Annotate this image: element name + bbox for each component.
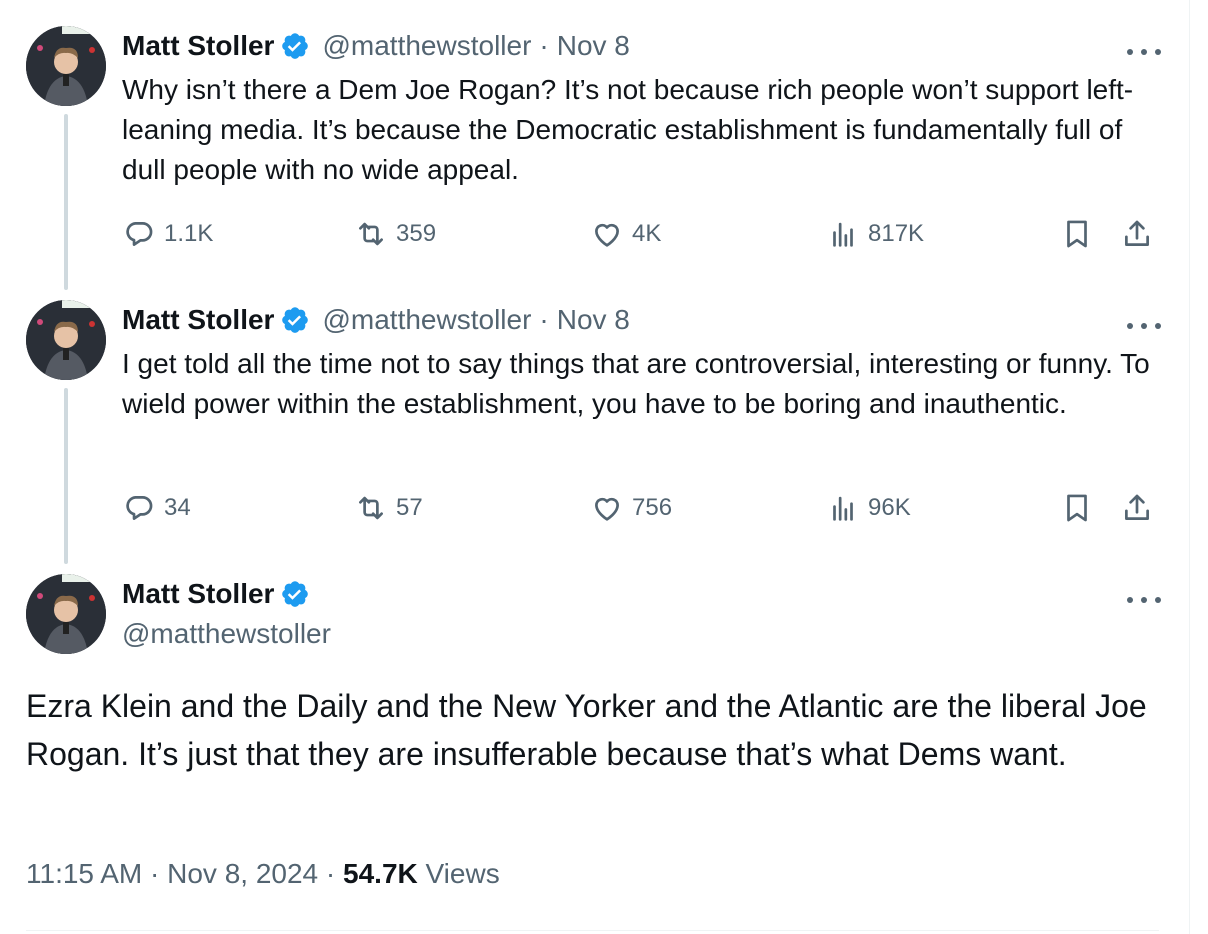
tweet-text: I get told all the time not to say thing… [122,348,1150,419]
tweet-date[interactable]: Nov 8 [557,304,630,336]
reply-button[interactable]: 34 [122,488,191,528]
separator: · [539,304,549,335]
tweet-actions: 1.1K 359 4K 817K [122,214,1162,254]
share-button[interactable] [1120,488,1154,528]
display-name[interactable]: Matt Stoller [122,578,274,610]
bookmark-icon [1067,220,1087,248]
tweet-2[interactable]: Matt Stoller @matthewstoller · Nov 8 I g… [0,290,1189,564]
handle[interactable]: @matthewstoller [122,618,331,650]
reply-icon [126,222,153,246]
separator: · [325,858,336,889]
views-count: 96K [868,494,911,521]
like-count: 4K [632,220,662,247]
views-icon [833,496,853,521]
handle[interactable]: @matthewstoller [322,30,531,62]
share-icon [1125,220,1149,246]
tweet-header: Matt Stoller [122,576,1149,612]
share-icon [1125,494,1149,520]
repost-count: 57 [396,494,423,521]
repost-count: 359 [396,220,437,247]
display-name[interactable]: Matt Stoller [122,30,274,62]
like-button[interactable]: 4K [590,214,661,254]
tweet-text: Why isn’t there a Dem Joe Rogan? It’s no… [122,74,1134,185]
repost-icon [359,496,383,520]
views-count: 817K [868,220,925,247]
verified-badge-icon [282,307,309,333]
timeline-border [1189,0,1190,934]
like-icon [595,223,619,247]
like-count: 756 [632,494,673,521]
tweet-actions: 34 57 756 96K [122,488,1162,528]
reply-count: 34 [164,494,191,521]
display-name[interactable]: Matt Stoller [122,304,274,336]
views-button[interactable]: 817K [826,214,924,254]
avatar[interactable] [26,300,106,380]
tweet-meta: 11:15 AM · Nov 8, 2024 · 54.7K Views [26,858,500,890]
verified-badge-icon [282,581,309,607]
reply-icon [126,496,153,520]
bookmark-button[interactable] [1060,214,1094,254]
bookmark-button[interactable] [1060,488,1094,528]
more-icon[interactable] [1127,42,1161,62]
tweet-time[interactable]: 11:15 AM [26,858,142,889]
repost-button[interactable]: 359 [354,214,436,254]
tweet-date[interactable]: Nov 8, 2024 [167,858,318,889]
reply-count: 1.1K [164,220,214,247]
like-button[interactable]: 756 [590,488,672,528]
avatar[interactable] [26,574,106,654]
share-button[interactable] [1120,214,1154,254]
separator: · [150,858,160,889]
repost-button[interactable]: 57 [354,488,423,528]
bookmark-icon [1067,494,1087,522]
like-icon [595,497,619,521]
tweet-header: Matt Stoller @matthewstoller · Nov 8 [122,28,1149,64]
verified-badge-icon [282,33,309,59]
separator: · [539,30,549,61]
views-count: 54.7K [343,858,418,889]
handle[interactable]: @matthewstoller [322,304,531,336]
reply-button[interactable]: 1.1K [122,214,213,254]
tweet-date[interactable]: Nov 8 [557,30,630,62]
more-icon[interactable] [1127,316,1161,336]
views-label: Views [425,858,500,889]
handle-row: @matthewstoller [122,616,1149,652]
views-icon [833,222,853,247]
views-button[interactable]: 96K [826,488,911,528]
tweet-header: Matt Stoller @matthewstoller · Nov 8 [122,302,1149,338]
main-tweet-text: Ezra Klein and the Daily and the New Yor… [26,688,1147,772]
avatar[interactable] [26,26,106,106]
tweet-1[interactable]: Matt Stoller @matthewstoller · Nov 8 Why… [0,0,1189,290]
repost-icon [359,222,383,246]
divider [26,930,1159,931]
more-icon[interactable] [1127,590,1161,610]
